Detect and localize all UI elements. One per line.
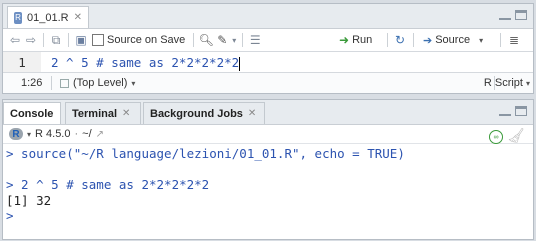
source-on-save-checkbox[interactable] <box>92 34 104 46</box>
console-output[interactable]: > source("~/R language/lezioni/01_01.R",… <box>3 144 533 224</box>
toolbar-divider <box>68 33 69 47</box>
console-prompt[interactable]: > <box>6 208 533 224</box>
show-in-window-icon[interactable]: ⧉ <box>48 32 64 48</box>
source-statusbar: 1:26 (Top Level) ▾ R Script ▾ <box>3 72 533 93</box>
go-to-directory-icon[interactable]: ↗ <box>96 129 104 140</box>
r-version: R 4.5.0 <box>35 128 71 140</box>
line-number: 1 <box>3 52 41 74</box>
search-icon[interactable]: 🔍︎ <box>198 32 214 48</box>
maximize-pane-button[interactable] <box>515 10 527 20</box>
source-button[interactable]: ➔ Source ▾ <box>423 34 483 47</box>
tab-01-01-r[interactable]: R 01_01.R ✕ <box>7 6 89 28</box>
code-text: 2 ^ 5 # same as 2*2*2*2*2 <box>51 55 240 70</box>
source-button-label: Source <box>435 34 471 46</box>
close-icon[interactable]: ✕ <box>122 108 130 119</box>
magic-wand-icon[interactable]: ✎ <box>214 32 230 48</box>
source-on-save-label: Source on Save <box>107 34 186 46</box>
console-line: > source("~/R language/lezioni/01_01.R",… <box>6 146 405 161</box>
tab-filename: 01_01.R <box>27 11 69 24</box>
chevron-down-icon: ▾ <box>479 35 484 45</box>
working-directory: ~/ <box>82 128 92 140</box>
console-info-bar: R ▾ R 4.5.0 · ~/ ↗ ∞ 🧹︎ <box>3 125 533 144</box>
source-toolbar: ⇦ ⇨ ⧉ ▣ Source on Save 🔍︎ ✎ ▾ ☰ ➜ Run ↻ … <box>3 29 533 52</box>
compile-report-icon[interactable]: ☰ <box>247 32 263 48</box>
forward-arrow-icon[interactable]: ⇨ <box>23 32 39 48</box>
source-pane: R 01_01.R ✕ ⇦ ⇨ ⧉ ▣ Source on Save 🔍︎ ✎ … <box>2 3 534 94</box>
r-logo-icon: R <box>9 128 23 140</box>
text-cursor <box>239 56 241 71</box>
toolbar-divider <box>43 33 44 47</box>
run-arrow-icon: ➜ <box>339 33 350 47</box>
scope-selector[interactable]: (Top Level) ▾ <box>52 77 135 89</box>
toolbar-divider <box>387 33 388 47</box>
clear-console-icon[interactable]: 🧹︎ <box>507 127 525 144</box>
tab-console[interactable]: Console <box>3 102 61 124</box>
close-icon[interactable]: ✕ <box>248 108 256 119</box>
tab-background-jobs[interactable]: Background Jobs ✕ <box>143 102 265 124</box>
console-tabbar: Console Terminal ✕ Background Jobs ✕ <box>3 100 533 125</box>
cursor-position: 1:26 <box>21 77 43 89</box>
back-arrow-icon[interactable]: ⇦ <box>7 32 23 48</box>
maximize-pane-button[interactable] <box>515 106 527 116</box>
toolbar-divider <box>500 33 501 47</box>
console-pane: Console Terminal ✕ Background Jobs ✕ R ▾… <box>2 99 534 240</box>
chevron-down-icon: ▾ <box>131 78 136 88</box>
scope-label: (Top Level) <box>73 77 128 89</box>
console-line: > 2 ^ 5 # same as 2*2*2*2*2 <box>6 177 210 192</box>
close-icon[interactable]: ✕ <box>74 12 82 23</box>
minimize-pane-button[interactable] <box>499 10 511 20</box>
toolbar-divider <box>193 33 195 47</box>
chevron-down-icon[interactable]: ▾ <box>230 32 238 48</box>
r-file-icon: R <box>14 11 23 24</box>
tab-label: Console <box>10 107 54 120</box>
code-editor[interactable]: 1 2 ^ 5 # same as 2*2*2*2*2 <box>3 52 533 74</box>
source-arrow-icon: ➔ <box>423 34 433 47</box>
source-on-save-toggle[interactable]: Source on Save <box>92 34 185 46</box>
run-button-label: Run <box>352 34 373 46</box>
chevron-down-icon[interactable]: ▾ <box>27 130 31 139</box>
tab-terminal[interactable]: Terminal ✕ <box>65 102 141 124</box>
chevron-down-icon: ▾ <box>525 78 530 88</box>
code-line[interactable]: 2 ^ 5 # same as 2*2*2*2*2 <box>51 52 241 74</box>
save-icon[interactable]: ▣ <box>73 32 89 48</box>
source-tabbar: R 01_01.R ✕ <box>3 4 533 29</box>
minimize-pane-button[interactable] <box>499 106 511 116</box>
separator-dot: · <box>74 128 79 140</box>
tab-label: Terminal <box>72 107 118 120</box>
rerun-icon[interactable]: ↻ <box>395 33 405 47</box>
tab-label: Background Jobs <box>150 107 243 120</box>
scope-icon <box>60 78 69 88</box>
console-output-line: [1] 32 <box>6 192 52 208</box>
run-button[interactable]: ➜ Run <box>339 33 372 47</box>
filetype-label: R Script <box>483 77 523 89</box>
toolbar-divider <box>242 33 244 47</box>
render-plots-icon[interactable]: ∞ <box>489 130 503 144</box>
toolbar-divider <box>413 33 414 47</box>
outline-icon[interactable]: ≣ <box>509 33 519 47</box>
filetype-selector[interactable]: R Script ▾ <box>484 77 530 89</box>
